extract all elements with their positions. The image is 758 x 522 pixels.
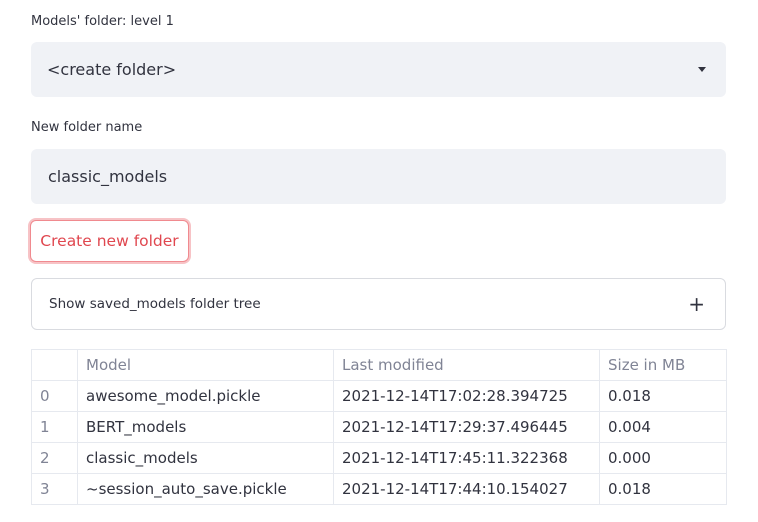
size-cell[interactable]: 0.018 (599, 473, 727, 505)
row-index: 3 (31, 473, 78, 505)
model-cell[interactable]: awesome_model.pickle (77, 380, 334, 412)
model-cell[interactable]: BERT_models (77, 411, 334, 443)
row-index: 1 (31, 411, 78, 443)
size-column-header[interactable]: Size in MB (599, 349, 727, 381)
modified-cell[interactable]: 2021-12-14T17:44:10.154027 (333, 473, 600, 505)
create-folder-button[interactable]: Create new folder (30, 220, 189, 262)
size-cell[interactable]: 0.018 (599, 380, 727, 412)
last-modified-column-header[interactable]: Last modified (333, 349, 600, 381)
model-cell[interactable]: ~session_auto_save.pickle (77, 473, 334, 505)
table-row: 1 BERT_models 2021-12-14T17:29:37.496445… (31, 411, 727, 443)
folder-tree-expander[interactable]: Show saved_models folder tree + (31, 278, 726, 330)
model-column-header[interactable]: Model (77, 349, 334, 381)
modified-cell[interactable]: 2021-12-14T17:45:11.322368 (333, 442, 600, 474)
model-cell[interactable]: classic_models (77, 442, 334, 474)
folder-select-label: Models' folder: level 1 (31, 14, 174, 29)
models-table: Model Last modified Size in MB 0 awesome… (31, 349, 727, 505)
folder-select-value: <create folder> (47, 60, 177, 79)
table-row: 0 awesome_model.pickle 2021-12-14T17:02:… (31, 380, 727, 412)
modified-cell[interactable]: 2021-12-14T17:02:28.394725 (333, 380, 600, 412)
table-row: 2 classic_models 2021-12-14T17:45:11.322… (31, 442, 727, 474)
folder-select[interactable]: <create folder> (31, 42, 726, 97)
caret-down-icon[interactable] (698, 67, 706, 72)
modified-cell[interactable]: 2021-12-14T17:29:37.496445 (333, 411, 600, 443)
row-index: 0 (31, 380, 78, 412)
row-index: 2 (31, 442, 78, 474)
table-header-row: Model Last modified Size in MB (31, 349, 727, 381)
new-folder-label: New folder name (31, 120, 143, 135)
expander-label: Show saved_models folder tree (49, 296, 261, 312)
index-column-header[interactable] (31, 349, 78, 381)
size-cell[interactable]: 0.004 (599, 411, 727, 443)
new-folder-name-input[interactable] (31, 149, 726, 204)
plus-icon[interactable]: + (688, 292, 705, 316)
size-cell[interactable]: 0.000 (599, 442, 727, 474)
table-row: 3 ~session_auto_save.pickle 2021-12-14T1… (31, 473, 727, 505)
